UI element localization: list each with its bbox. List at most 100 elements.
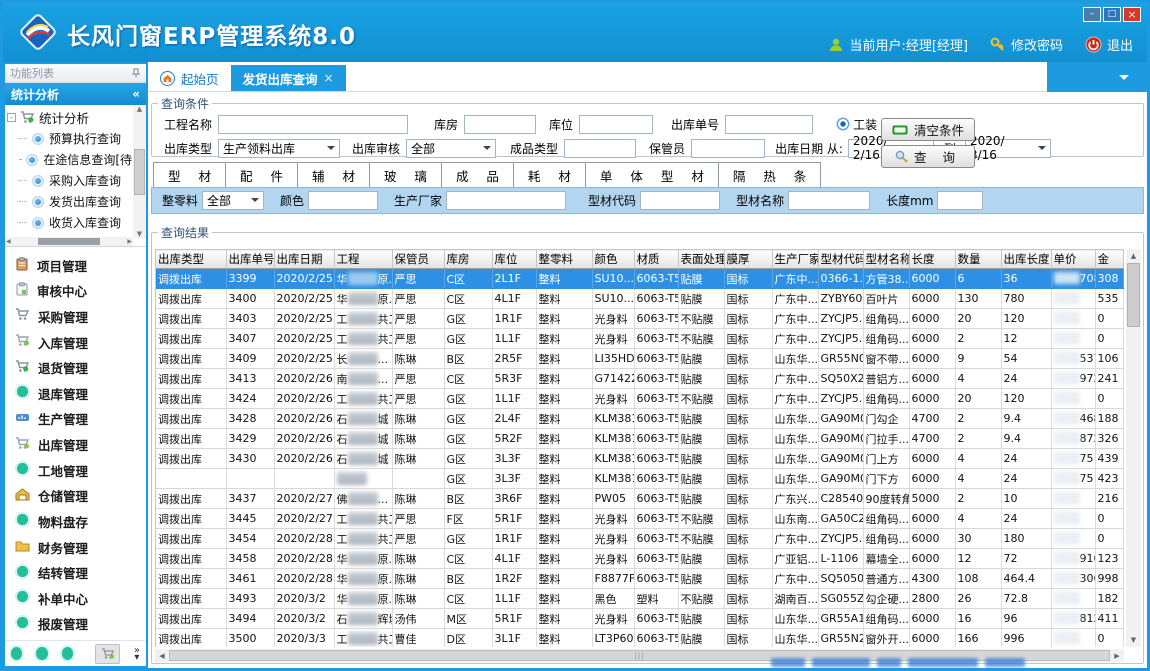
table-row[interactable]: 调拨出库34292020/2/26石城陈琳G区5R2F整料KLM38176063… bbox=[156, 429, 1124, 449]
table-row[interactable]: G区3L3F整料KLM38176063-T5贴膜国标山东华...GA90M09.… bbox=[156, 469, 1124, 489]
material-tab-隔热条[interactable]: 隔 热 条 bbox=[719, 162, 821, 187]
table-row[interactable]: 调拨出库34582020/2/28华原...陈琳C区4L1F整料光身料6063-… bbox=[156, 549, 1124, 569]
column-header-材质[interactable]: 材质 bbox=[634, 250, 678, 269]
material-tab-型材[interactable]: 型 材 bbox=[153, 162, 226, 187]
length-input[interactable] bbox=[937, 191, 983, 210]
minimize-button[interactable]: – bbox=[1083, 7, 1101, 22]
tree-item[interactable]: 发货出库查询 bbox=[7, 191, 132, 212]
table-row[interactable]: 调拨出库34282020/2/26石城陈琳G区2L4F整料KLM38176063… bbox=[156, 409, 1124, 429]
maximize-button[interactable]: □ bbox=[1103, 7, 1121, 22]
column-header-生产厂家[interactable]: 生产厂家 bbox=[772, 250, 818, 269]
tree-vertical-scrollbar[interactable]: ▲▼ bbox=[133, 105, 146, 238]
column-header-出库日期[interactable]: 出库日期 bbox=[274, 250, 334, 269]
sidebar-module-物料盘存[interactable]: 物料盘存 bbox=[15, 512, 146, 531]
tab-shipping-outbound-query[interactable]: 发货出库查询 × bbox=[231, 65, 346, 91]
table-row[interactable]: 调拨出库33992020/2/25华原...严思C区2L1F整料SU10...6… bbox=[156, 269, 1124, 289]
sidebar-group-header[interactable]: 统计分析 « bbox=[5, 83, 146, 105]
table-row[interactable]: 调拨出库34372020/2/27佛...陈琳B区3R6F整料PW056063-… bbox=[156, 489, 1124, 509]
table-row[interactable]: 调拨出库34932020/3/2华原...陈琳C区1L1F整料黑色塑料不贴膜国标… bbox=[156, 589, 1124, 609]
radio-work[interactable]: 工装 bbox=[837, 116, 877, 133]
tree-horizontal-scrollbar[interactable]: ◀▶ bbox=[5, 237, 133, 246]
material-tab-玻璃[interactable]: 玻 璃 bbox=[370, 162, 442, 187]
sidebar-module-出库管理[interactable]: 出库管理 bbox=[15, 435, 146, 454]
warehouse-input[interactable] bbox=[464, 115, 536, 134]
collapse-icon[interactable]: « bbox=[132, 87, 140, 101]
module-dot-icon[interactable] bbox=[62, 647, 73, 660]
tab-list-dropdown-icon[interactable] bbox=[1119, 75, 1129, 85]
clear-conditions-button[interactable]: 清空条件 bbox=[881, 118, 975, 141]
order-no-input[interactable] bbox=[725, 115, 813, 134]
column-header-表面处理[interactable]: 表面处理 bbox=[678, 250, 724, 269]
sidebar-module-退货管理[interactable]: 退货管理 bbox=[15, 358, 146, 377]
change-password-link[interactable]: 修改密码 bbox=[990, 35, 1063, 54]
profile-name-input[interactable] bbox=[788, 191, 870, 210]
tree-item[interactable]: 在途信息查询[待 bbox=[7, 149, 132, 170]
sidebar-module-工地管理[interactable]: 工地管理 bbox=[15, 461, 146, 480]
table-row[interactable]: 调拨出库34242020/2/26工共工程严思G区1L1F整料光身料6063-T… bbox=[156, 389, 1124, 409]
date-to-select[interactable]: 2020/ 3/16 bbox=[965, 139, 1051, 158]
out-type-select[interactable]: 生产领料出库 bbox=[218, 139, 340, 158]
table-vertical-scrollbar[interactable]: ▲▼ bbox=[1126, 249, 1141, 647]
column-header-库位[interactable]: 库位 bbox=[492, 250, 536, 269]
column-header-数量[interactable]: 数量 bbox=[955, 250, 1001, 269]
tree-expand-icon[interactable]: - bbox=[7, 113, 16, 122]
table-row[interactable]: 调拨出库34452020/2/27工共工程严思F区5R1F整料光身料6063-T… bbox=[156, 509, 1124, 529]
column-header-型材名称[interactable]: 型材名称 bbox=[863, 250, 909, 269]
tree-item[interactable]: 收货入库查询 bbox=[7, 212, 132, 233]
sidebar-module-采购管理[interactable]: 采购管理 bbox=[15, 307, 146, 326]
color-input[interactable] bbox=[308, 191, 378, 210]
column-header-型材代码[interactable]: 型材代码 bbox=[818, 250, 863, 269]
column-header-颜色[interactable]: 颜色 bbox=[592, 250, 634, 269]
location-input[interactable] bbox=[579, 115, 653, 134]
sidebar-module-补单中心[interactable]: 补单中心 bbox=[15, 589, 146, 608]
table-row[interactable]: 调拨出库34032020/2/25工共工程严思G区1R1F整料光身料6063-T… bbox=[156, 309, 1124, 329]
keeper-input[interactable] bbox=[691, 139, 765, 158]
logout-link[interactable]: 退出 bbox=[1085, 35, 1133, 54]
table-row[interactable]: 调拨出库34942020/3/2石辉城汤伟M区5R1F整料光身料6063-T5贴… bbox=[156, 609, 1124, 629]
column-header-长度[interactable]: 长度 bbox=[909, 250, 955, 269]
material-tab-成品[interactable]: 成 品 bbox=[442, 162, 514, 187]
material-tab-耗材[interactable]: 耗 材 bbox=[514, 162, 586, 187]
tree-item[interactable]: 采购入库查询 bbox=[7, 170, 132, 191]
sidebar-module-生产管理[interactable]: 生产管理 bbox=[15, 409, 146, 428]
tree-item[interactable]: 预算执行查询 bbox=[7, 128, 132, 149]
sidebar-module-仓储管理[interactable]: 仓储管理 bbox=[15, 486, 146, 505]
material-tab-辅材[interactable]: 辅 材 bbox=[298, 162, 370, 187]
column-header-金[interactable]: 金 bbox=[1095, 250, 1124, 269]
column-header-整零料[interactable]: 整零料 bbox=[536, 250, 592, 269]
pin-icon[interactable] bbox=[131, 68, 141, 78]
column-header-膜厚[interactable]: 膜厚 bbox=[724, 250, 772, 269]
table-row[interactable]: 调拨出库34132020/2/26南...严思C区5R3F整料G71422606… bbox=[156, 369, 1124, 389]
profile-code-input[interactable] bbox=[640, 191, 720, 210]
close-button[interactable]: × bbox=[1123, 7, 1141, 22]
module-dot-icon[interactable] bbox=[11, 647, 22, 660]
sidebar-module-退库管理[interactable]: 退库管理 bbox=[15, 384, 146, 403]
sidebar-overflow-chevron[interactable]: »▾ bbox=[134, 647, 140, 661]
column-header-保管员[interactable]: 保管员 bbox=[392, 250, 444, 269]
table-row[interactable]: 调拨出库34072020/2/25工共工程严思G区1L1F整料光身料6063-T… bbox=[156, 329, 1124, 349]
whole-piece-select[interactable]: 全部 bbox=[202, 191, 264, 210]
tab-home[interactable]: 起始页 bbox=[148, 65, 231, 91]
project-name-input[interactable] bbox=[218, 115, 408, 134]
sidebar-module-项目管理[interactable]: 项目管理 bbox=[15, 256, 146, 275]
table-row[interactable]: 调拨出库35002020/3/3工共工程曹佳D区3L1F整料LT3P606063… bbox=[156, 629, 1124, 648]
sidebar-module-入库管理[interactable]: 入库管理 bbox=[15, 333, 146, 352]
search-button[interactable]: 查 询 bbox=[881, 145, 975, 168]
column-header-工程[interactable]: 工程 bbox=[334, 250, 392, 269]
sidebar-module-财务管理[interactable]: 财务管理 bbox=[15, 538, 146, 557]
material-tab-单体型材[interactable]: 单 体 型 材 bbox=[586, 162, 719, 187]
table-row[interactable]: 调拨出库34092020/2/25长...陈琳B区2R5F整料LI35HD606… bbox=[156, 349, 1124, 369]
product-type-input[interactable] bbox=[564, 139, 636, 158]
tab-close-icon[interactable]: × bbox=[324, 71, 334, 85]
table-row[interactable]: 调拨出库34302020/2/26石城陈琳G区3L3F整料KLM38176063… bbox=[156, 449, 1124, 469]
sidebar-module-结转管理[interactable]: 结转管理 bbox=[15, 563, 146, 582]
column-header-出库类型[interactable]: 出库类型 bbox=[156, 250, 226, 269]
sidebar-module-审核中心[interactable]: 审核中心 bbox=[15, 281, 146, 300]
tree-root[interactable]: -统计分析 bbox=[7, 107, 132, 128]
column-header-库房[interactable]: 库房 bbox=[444, 250, 492, 269]
module-dot-icon[interactable] bbox=[36, 647, 47, 660]
table-row[interactable]: 调拨出库34612020/2/28华原...陈琳B区1R2F整料F8877FT6… bbox=[156, 569, 1124, 589]
material-tab-配件[interactable]: 配 件 bbox=[226, 162, 298, 187]
table-row[interactable]: 调拨出库34542020/2/28工共工程严思G区1R1F整料光身料6063-T… bbox=[156, 529, 1124, 549]
maker-input[interactable] bbox=[446, 191, 566, 210]
